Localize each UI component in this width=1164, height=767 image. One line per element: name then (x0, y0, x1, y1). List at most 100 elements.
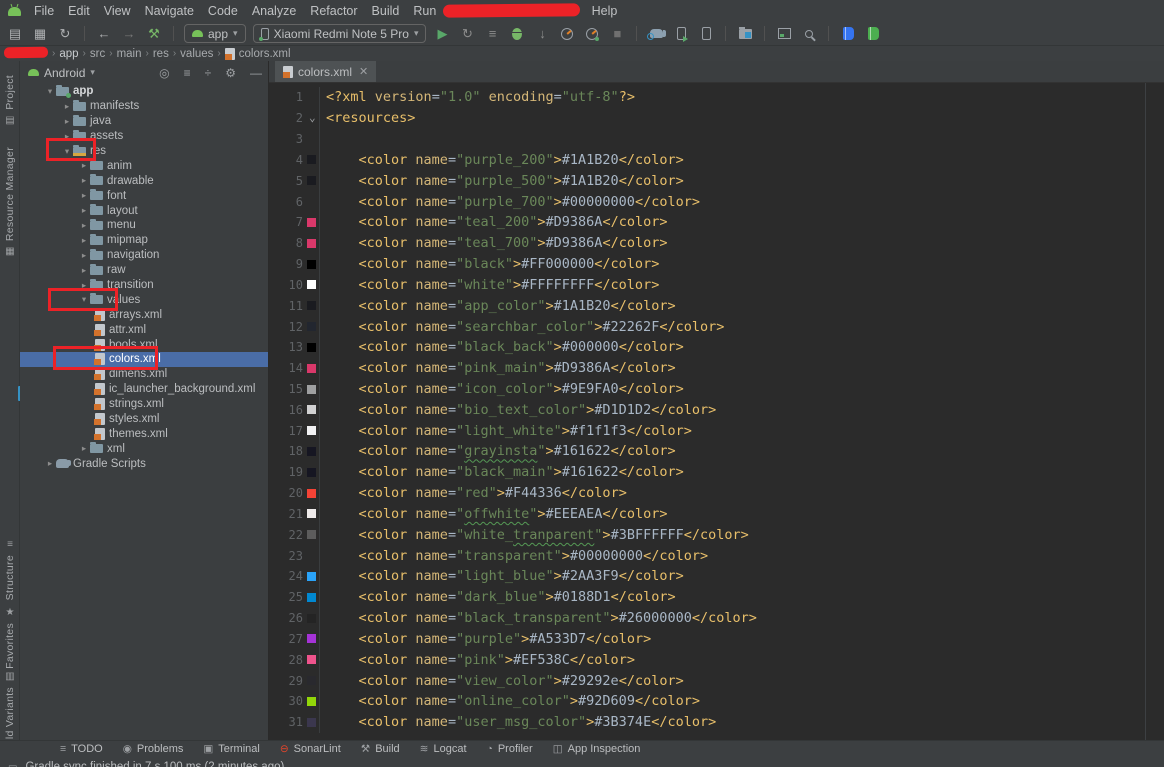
chevron-collapsed-icon[interactable]: ▸ (78, 205, 90, 216)
menu-file[interactable]: File (27, 4, 61, 18)
gradle-sync-icon[interactable] (647, 25, 665, 43)
color-swatch[interactable] (307, 676, 316, 685)
run-configuration-dropdown[interactable]: app▾ (184, 24, 246, 43)
expand-collapse-icon[interactable]: ÷ (205, 66, 212, 80)
color-swatch[interactable] (307, 239, 316, 248)
stop-icon[interactable]: ■ (608, 25, 626, 43)
menu-navigate[interactable]: Navigate (138, 4, 201, 18)
back-icon[interactable]: ← (95, 25, 113, 43)
device-manager-icon[interactable] (672, 25, 690, 43)
forward-icon[interactable]: → (120, 25, 138, 43)
breadcrumb-item-values[interactable]: values (180, 48, 213, 60)
tool-window-button-build-hammer[interactable]: ⚒Build (361, 743, 400, 755)
color-swatch[interactable] (307, 593, 316, 602)
menu-code[interactable]: Code (201, 4, 245, 18)
tree-item-ic_launcher_background-xml[interactable]: ic_launcher_background.xml (20, 382, 268, 397)
tree-item-styles-xml[interactable]: styles.xml (20, 412, 268, 427)
apply-code-changes-icon[interactable]: ≡ (483, 25, 501, 43)
close-tab-icon[interactable]: ✕ (359, 65, 368, 78)
breadcrumb-item-res[interactable]: res (153, 48, 169, 60)
color-swatch[interactable] (307, 655, 316, 664)
color-swatch[interactable] (307, 468, 316, 477)
breadcrumb-item-src[interactable]: src (90, 48, 105, 60)
tree-item-app[interactable]: ▾app (20, 84, 268, 99)
chevron-collapsed-icon[interactable]: ▸ (78, 190, 90, 201)
chevron-collapsed-icon[interactable]: ▸ (78, 250, 90, 261)
stripe-item-favorites-star[interactable]: ★Favorites (0, 607, 20, 669)
tool-window-button-app-inspection[interactable]: ◫App Inspection (553, 743, 641, 755)
tool-window-button-logcat[interactable]: ≋Logcat (420, 743, 467, 755)
tool-window-button-problems[interactable]: ◉Problems (123, 743, 184, 755)
device-selector-dropdown[interactable]: Xiaomi Redmi Note 5 Pro▾ (253, 24, 427, 43)
chevron-collapsed-icon[interactable]: ▸ (78, 220, 90, 231)
tree-item-xml[interactable]: ▸xml (20, 441, 268, 456)
menu-refactor[interactable]: Refactor (303, 4, 364, 18)
tree-item-mipmap[interactable]: ▸mipmap (20, 233, 268, 248)
color-swatch[interactable] (307, 155, 316, 164)
color-swatch[interactable] (307, 280, 316, 289)
color-swatch[interactable] (307, 509, 316, 518)
chevron-collapsed-icon[interactable]: ▸ (44, 458, 56, 469)
color-swatch[interactable] (307, 447, 316, 456)
color-swatch[interactable] (307, 697, 316, 706)
color-swatch[interactable] (307, 322, 316, 331)
tree-item-attr-xml[interactable]: attr.xml (20, 322, 268, 337)
menu-edit[interactable]: Edit (61, 4, 97, 18)
chevron-collapsed-icon[interactable]: ▸ (61, 116, 73, 127)
tool-window-toggle-icon[interactable]: ▭ (8, 762, 17, 767)
tool-window-button-profiler[interactable]: ◔Profiler (487, 743, 533, 755)
sdk-manager-icon[interactable] (697, 25, 715, 43)
tree-item-menu[interactable]: ▸menu (20, 218, 268, 233)
menu-view[interactable]: View (97, 4, 138, 18)
menu-run[interactable]: Run (406, 4, 443, 18)
save-all-icon[interactable]: ▦ (31, 25, 49, 43)
color-swatch[interactable] (307, 405, 316, 414)
tool-window-button-todo[interactable]: ≡TODO (60, 743, 103, 755)
color-swatch[interactable] (307, 530, 316, 539)
chevron-expanded-icon[interactable]: ▾ (44, 86, 56, 97)
attach-debugger-icon[interactable]: ↓ (533, 25, 551, 43)
menu-analyze[interactable]: Analyze (245, 4, 303, 18)
fold-marker-icon[interactable]: ⌄ (309, 111, 316, 124)
project-view-selector[interactable]: Android (44, 66, 85, 80)
bookmark-green-icon[interactable] (864, 25, 882, 43)
tree-item-manifests[interactable]: ▸manifests (20, 99, 268, 114)
color-swatch[interactable] (307, 385, 316, 394)
stripe-item-project-folder[interactable]: Project▤ (0, 75, 20, 126)
color-swatch[interactable] (307, 301, 316, 310)
chevron-collapsed-icon[interactable]: ▸ (78, 160, 90, 171)
chevron-collapsed-icon[interactable]: ▸ (78, 443, 90, 454)
color-swatch[interactable] (307, 364, 316, 373)
chevron-collapsed-icon[interactable]: ▸ (61, 101, 73, 112)
apply-changes-icon[interactable]: ↻ (458, 25, 476, 43)
tree-item-layout[interactable]: ▸layout (20, 203, 268, 218)
color-swatch[interactable] (307, 218, 316, 227)
color-swatch[interactable] (307, 260, 316, 269)
color-swatch[interactable] (307, 426, 316, 435)
breadcrumb-item-main[interactable]: main (117, 48, 142, 60)
color-swatch[interactable] (307, 572, 316, 581)
locate-file-icon[interactable]: ◎ (159, 66, 169, 80)
project-structure-icon[interactable] (736, 25, 754, 43)
profile-icon[interactable] (558, 25, 576, 43)
settings-gear-icon[interactable]: ⚙ (225, 66, 236, 80)
menu-build[interactable]: Build (365, 4, 407, 18)
stripe-item-resource-manager[interactable]: Resource Manager▦ (0, 147, 20, 257)
tool-windows-icon[interactable] (775, 25, 793, 43)
tree-item-gradle-scripts[interactable]: ▸Gradle Scripts (20, 456, 268, 471)
stripe-item-structure[interactable]: ≡Structure (0, 539, 20, 600)
profile-low-overhead-icon[interactable] (583, 25, 601, 43)
tool-window-button-sonarlint[interactable]: ⊖SonarLint (280, 743, 341, 755)
tree-item-font[interactable]: ▸font (20, 188, 268, 203)
menu-help[interactable]: Help (585, 4, 625, 18)
color-swatch[interactable] (307, 634, 316, 643)
open-folder-icon[interactable]: ▤ (6, 25, 24, 43)
chevron-collapsed-icon[interactable]: ▸ (78, 235, 90, 246)
code-editor[interactable]: 1<?xml version="1.0" encoding="utf-8"?>2… (269, 83, 1164, 740)
sync-settings-icon[interactable]: ↻ (56, 25, 74, 43)
tree-item-drawable[interactable]: ▸drawable (20, 173, 268, 188)
build-hammer-icon[interactable]: ⚒ (145, 25, 163, 43)
color-swatch[interactable] (307, 176, 316, 185)
tree-item-strings-xml[interactable]: strings.xml (20, 397, 268, 412)
run-icon[interactable]: ▶ (433, 25, 451, 43)
